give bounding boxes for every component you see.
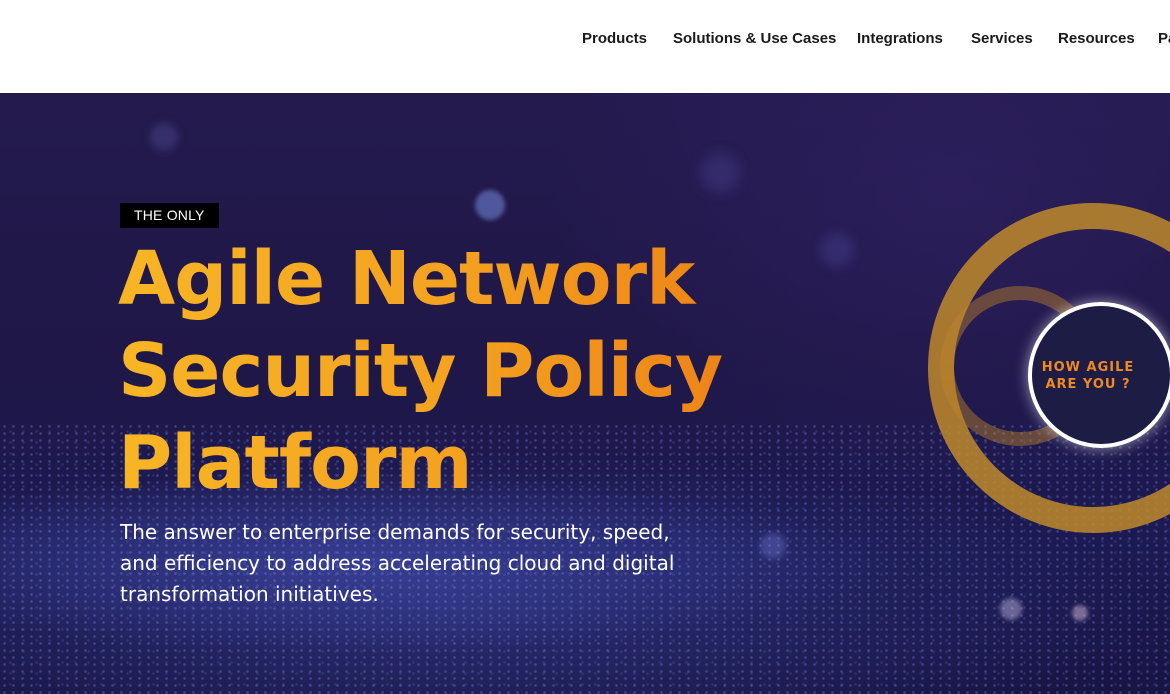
bokeh-light: [1000, 598, 1022, 620]
cta-line: ARE YOU ?: [1045, 377, 1131, 392]
how-agile-label[interactable]: HOW AGILE ARE YOU ?: [1030, 359, 1146, 393]
nav-item-products[interactable]: Products: [582, 30, 647, 48]
hero-headline: Agile Network Security Policy Platform: [118, 233, 778, 509]
nav-item-services[interactable]: Services: [971, 30, 1033, 48]
bokeh-light: [150, 123, 178, 151]
hero-badge: THE ONLY: [120, 203, 219, 228]
nav-item-partners-truncated[interactable]: Pa: [1158, 30, 1170, 48]
cta-line: HOW AGILE: [1041, 360, 1135, 375]
headline-line: Platform: [118, 420, 472, 506]
bokeh-light: [760, 533, 786, 559]
headline-line: Security Policy: [118, 328, 723, 414]
bokeh-light: [1072, 605, 1088, 621]
description-line: The answer to enterprise demands for sec…: [120, 520, 670, 544]
bokeh-light: [700, 153, 740, 193]
top-navigation: Products Solutions & Use Cases Integrati…: [0, 0, 1170, 93]
nav-item-resources[interactable]: Resources: [1058, 30, 1135, 48]
hero-banner: THE ONLY Agile Network Security Policy P…: [0, 93, 1170, 694]
nav-item-integrations[interactable]: Integrations: [857, 30, 943, 48]
bokeh-light: [475, 190, 505, 220]
hero-description: The answer to enterprise demands for sec…: [120, 517, 690, 610]
nav-item-solutions-use-cases[interactable]: Solutions & Use Cases: [673, 30, 836, 48]
bokeh-light: [820, 233, 854, 267]
headline-line: Agile Network: [118, 236, 695, 322]
description-line: and efficiency to address accelerating c…: [120, 551, 675, 575]
main-menu: Products Solutions & Use Cases Integrati…: [0, 0, 1170, 93]
description-line: transformation initiatives.: [120, 582, 379, 606]
